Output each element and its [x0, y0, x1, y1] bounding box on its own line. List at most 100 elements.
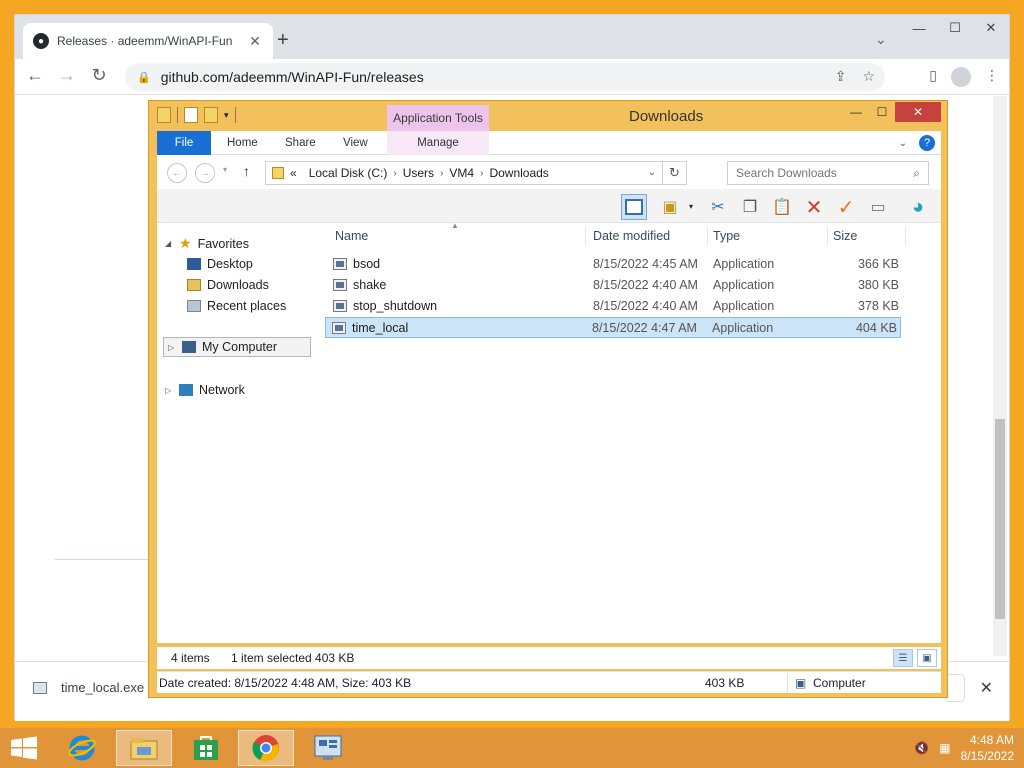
file-name[interactable]: bsod: [353, 257, 380, 271]
expand-arrow-icon[interactable]: ▷: [165, 386, 173, 395]
page-scrollbar[interactable]: [993, 96, 1007, 656]
close-icon[interactable]: ✕: [973, 15, 1009, 41]
search-input[interactable]: [736, 166, 906, 180]
show-all-downloads-button[interactable]: [945, 674, 965, 702]
forward-icon[interactable]: →: [195, 163, 215, 183]
minimize-icon[interactable]: —: [901, 15, 937, 41]
breadcrumb-prefix[interactable]: «: [290, 166, 297, 180]
back-icon[interactable]: ←: [23, 65, 47, 86]
tree-item-favorites[interactable]: ◢ ★ Favorites: [165, 235, 249, 252]
folder-properties-icon[interactable]: ▣: [657, 194, 683, 220]
tree-label-favorites[interactable]: Favorites: [198, 237, 249, 251]
download-bar-close-button[interactable]: ✕: [980, 678, 993, 698]
breadcrumb-users[interactable]: Users: [403, 166, 434, 180]
column-header-name[interactable]: Name: [335, 223, 585, 249]
breadcrumb-local-disk[interactable]: Local Disk (C:): [309, 166, 388, 180]
profile-icon[interactable]: [951, 67, 971, 87]
cut-icon[interactable]: ✂: [705, 194, 731, 220]
delete-icon[interactable]: ✕: [801, 194, 827, 220]
tab-file[interactable]: File: [157, 131, 211, 155]
maximize-icon[interactable]: ☐: [869, 102, 895, 122]
clock[interactable]: 4:48 AM 8/15/2022: [961, 732, 1014, 764]
side-panel-icon[interactable]: ▯: [929, 67, 937, 87]
tree-label-desktop[interactable]: Desktop: [207, 257, 253, 271]
close-icon[interactable]: ✕: [895, 102, 941, 122]
preview-pane-icon[interactable]: [621, 194, 647, 220]
tab-home[interactable]: Home: [227, 131, 258, 155]
tree-item-desktop[interactable]: Desktop: [187, 257, 253, 271]
lock-icon[interactable]: 🔒: [137, 71, 151, 84]
properties-icon[interactable]: ▭: [865, 194, 891, 220]
file-explorer-icon[interactable]: [116, 730, 172, 766]
details-view-icon[interactable]: ☰: [893, 649, 913, 667]
volume-muted-icon[interactable]: 🔇: [914, 741, 929, 755]
file-row[interactable]: bsod 8/15/2022 4:45 AM Application 366 K…: [327, 254, 903, 275]
address-dropdown-icon[interactable]: ⌄: [648, 167, 656, 178]
control-panel-icon[interactable]: [300, 730, 356, 766]
maximize-icon[interactable]: ☐: [937, 15, 973, 41]
column-header-date[interactable]: Date modified: [593, 223, 705, 249]
store-icon[interactable]: [178, 730, 234, 766]
recent-locations-icon[interactable]: ▾: [223, 165, 227, 174]
search-box[interactable]: ⌕: [727, 161, 929, 185]
tree-label-downloads[interactable]: Downloads: [207, 278, 269, 292]
tab-share[interactable]: Share: [285, 131, 316, 155]
tab-search-icon[interactable]: ⌄: [875, 31, 887, 48]
tree-item-network[interactable]: ▷ Network: [165, 383, 245, 397]
tree-label-network[interactable]: Network: [199, 383, 245, 397]
folder-icon[interactable]: [157, 107, 171, 123]
file-name[interactable]: stop_shutdown: [353, 299, 437, 313]
file-name[interactable]: time_local: [352, 321, 408, 335]
file-name[interactable]: shake: [353, 278, 386, 292]
tree-label-my-computer[interactable]: My Computer: [202, 340, 277, 354]
address-bar[interactable]: 🔒 github.com/adeemm/WinAPI-Fun/releases …: [125, 63, 885, 91]
rename-icon[interactable]: ✓: [833, 194, 859, 220]
globe-icon[interactable]: ◕: [905, 194, 931, 220]
large-icons-view-icon[interactable]: ▣: [917, 649, 937, 667]
menu-icon[interactable]: ⋮: [985, 67, 999, 87]
tab-view[interactable]: View: [343, 131, 368, 155]
expand-arrow-icon[interactable]: ▷: [168, 343, 176, 352]
new-tab-button[interactable]: +: [277, 29, 297, 52]
expand-ribbon-icon[interactable]: ⌄: [899, 138, 907, 149]
refresh-icon[interactable]: ↻: [662, 162, 686, 184]
breadcrumb-separator-icon[interactable]: ›: [480, 168, 483, 179]
tab-close-button[interactable]: ✕: [247, 33, 263, 50]
paste-icon[interactable]: 📋: [769, 194, 795, 220]
start-icon[interactable]: [10, 736, 38, 760]
share-icon[interactable]: ⇪: [835, 68, 847, 85]
url-text[interactable]: github.com/adeemm/WinAPI-Fun/releases: [161, 69, 424, 85]
properties-icon[interactable]: [184, 107, 198, 123]
tree-item-recent-places[interactable]: Recent places: [187, 299, 286, 313]
minimize-icon[interactable]: —: [843, 102, 869, 122]
help-icon[interactable]: ?: [919, 135, 935, 151]
download-item[interactable]: time_local.exe: [33, 680, 144, 695]
address-field[interactable]: « Local Disk (C:) › Users › VM4 › Downlo…: [265, 161, 687, 185]
breadcrumb-vm4[interactable]: VM4: [449, 166, 474, 180]
column-header-size[interactable]: Size: [833, 223, 903, 249]
qat-dropdown-icon[interactable]: ▾: [224, 110, 229, 121]
breadcrumb-separator-icon[interactable]: ›: [440, 168, 443, 179]
download-filename[interactable]: time_local.exe: [61, 680, 144, 695]
tab-manage[interactable]: Manage: [387, 131, 489, 155]
tree-item-my-computer[interactable]: ▷ My Computer: [163, 337, 311, 357]
network-status-icon[interactable]: ▦: [939, 741, 950, 755]
search-icon[interactable]: ⌕: [913, 166, 920, 181]
file-row[interactable]: stop_shutdown 8/15/2022 4:40 AM Applicat…: [327, 296, 903, 317]
collapse-arrow-icon[interactable]: ◢: [165, 239, 173, 248]
new-folder-icon[interactable]: [204, 107, 218, 123]
file-row[interactable]: shake 8/15/2022 4:40 AM Application 380 …: [327, 275, 903, 296]
bookmark-star-icon[interactable]: ☆: [862, 68, 875, 85]
tree-label-recent-places[interactable]: Recent places: [207, 299, 286, 313]
scrollbar-thumb[interactable]: [995, 419, 1005, 619]
back-icon[interactable]: ←: [167, 163, 187, 183]
file-row-selected[interactable]: time_local 8/15/2022 4:47 AM Application…: [325, 317, 901, 338]
copy-icon[interactable]: ❐: [737, 194, 763, 220]
browser-tab[interactable]: ● Releases · adeemm/WinAPI-Fun ✕: [23, 23, 273, 59]
breadcrumb-downloads[interactable]: Downloads: [489, 166, 548, 180]
breadcrumb-separator-icon[interactable]: ›: [393, 168, 396, 179]
up-icon[interactable]: ↑: [243, 163, 250, 179]
tree-item-downloads[interactable]: Downloads: [187, 278, 269, 292]
column-header-type[interactable]: Type: [713, 223, 823, 249]
forward-icon[interactable]: →: [55, 65, 79, 86]
